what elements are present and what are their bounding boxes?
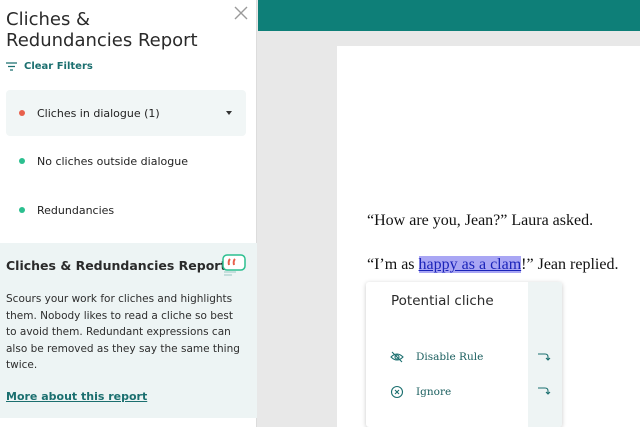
report-info-heading: Cliches & Redundancies Report [6,258,227,273]
editor-top-bar [258,0,640,31]
popup-title: Potential cliche [391,293,494,309]
chevron-down-icon[interactable] [226,111,232,115]
more-about-report-link[interactable]: More about this report [6,390,147,403]
ignore-button[interactable]: Ignore [390,383,451,401]
ignore-label: Ignore [416,386,452,398]
disable-rule-button[interactable]: Disable Rule [390,348,483,366]
eye-off-icon [390,351,404,363]
paragraph-1[interactable]: “How are you, Jean?” Laura asked. [367,212,593,230]
filter-icon [6,61,17,71]
rule-item-redundancies[interactable]: Redundancies [6,187,246,233]
rule-label: Cliches in dialogue (1) [37,106,160,120]
status-dot [19,110,25,116]
report-info-panel: Cliches & Redundancies Report Scours you… [0,243,257,418]
paragraph-2[interactable]: “I’m as happy as a clam!” Jean replied. [367,256,618,274]
text-segment: !” Jean replied. [521,256,619,273]
rule-item-cliches-in-dialogue[interactable]: Cliches in dialogue (1) [6,90,246,136]
rule-label: No cliches outside dialogue [37,154,188,168]
report-title: Cliches & Redundancies Report [6,9,198,51]
status-dot [19,207,25,213]
rule-label: Redundancies [37,203,115,217]
suggestion-popup: Potential cliche Disable Rule Ignore [366,282,562,427]
report-description: Scours your work for cliches and highlig… [6,293,240,371]
disable-rule-label: Disable Rule [416,351,484,363]
text-segment: “I’m as [367,256,419,273]
close-button[interactable] [231,3,251,23]
apply-arrow-icon[interactable] [537,352,551,362]
status-dot [19,158,25,164]
cliche-highlight[interactable]: happy as a clam [418,256,522,273]
x-circle-icon [390,385,404,399]
report-sidebar: Cliches & Redundancies Report Clear Filt… [0,0,257,427]
close-icon [234,6,248,20]
clear-filters-button[interactable]: Clear Filters [6,59,93,73]
rule-item-no-cliches-outside[interactable]: No cliches outside dialogue [6,138,246,184]
quote-badge-icon [222,254,246,276]
clear-filters-label: Clear Filters [24,60,93,72]
apply-arrow-icon[interactable] [537,386,551,396]
